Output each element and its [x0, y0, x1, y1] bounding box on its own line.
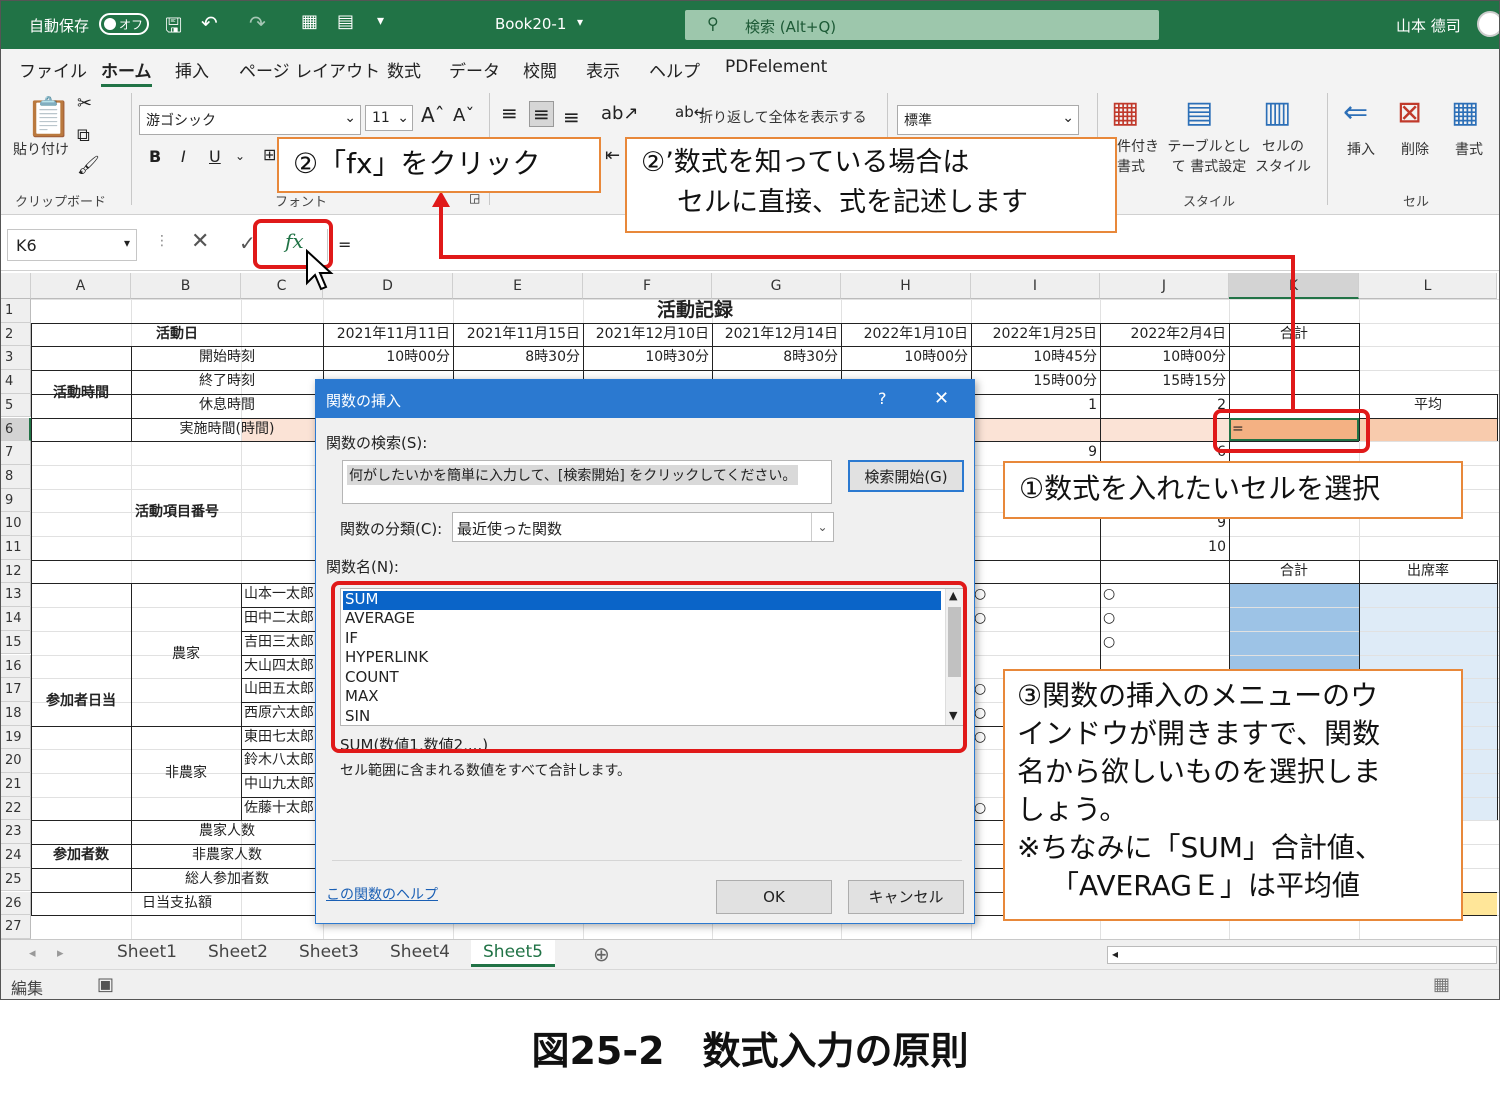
- callout-step2b: ②’数式を知っている場合は セルに直接、式を記述します: [625, 137, 1117, 233]
- callout-line: ※ちなみに「SUM」合計値、: [1017, 831, 1383, 864]
- callout-line: インドウが開きますで、関数: [1017, 717, 1381, 750]
- callout-line: セルに直接、式を記述します: [677, 187, 1028, 218]
- callout-line: 「AVERAGＥ」は平均値: [1051, 869, 1360, 902]
- figure-caption: 図25-2 数式入力の原則: [531, 1029, 969, 1073]
- callout-line: 名から欲しいものを選択しま: [1017, 755, 1382, 788]
- callout-step3: ③関数の挿入のメニューのウ インドウが開きますで、関数 名から欲しいものを選択し…: [1003, 669, 1463, 921]
- callout-line: ③関数の挿入のメニューのウ: [1017, 679, 1379, 712]
- callout-line: ②’数式を知っている場合は: [641, 147, 970, 178]
- mouse-cursor-icon: [306, 249, 334, 291]
- callout-step1: ①数式を入れたいセルを選択: [1003, 461, 1463, 519]
- callout-line: しょう。: [1017, 793, 1128, 826]
- callout-step2: ②「fx」をクリック: [277, 137, 601, 193]
